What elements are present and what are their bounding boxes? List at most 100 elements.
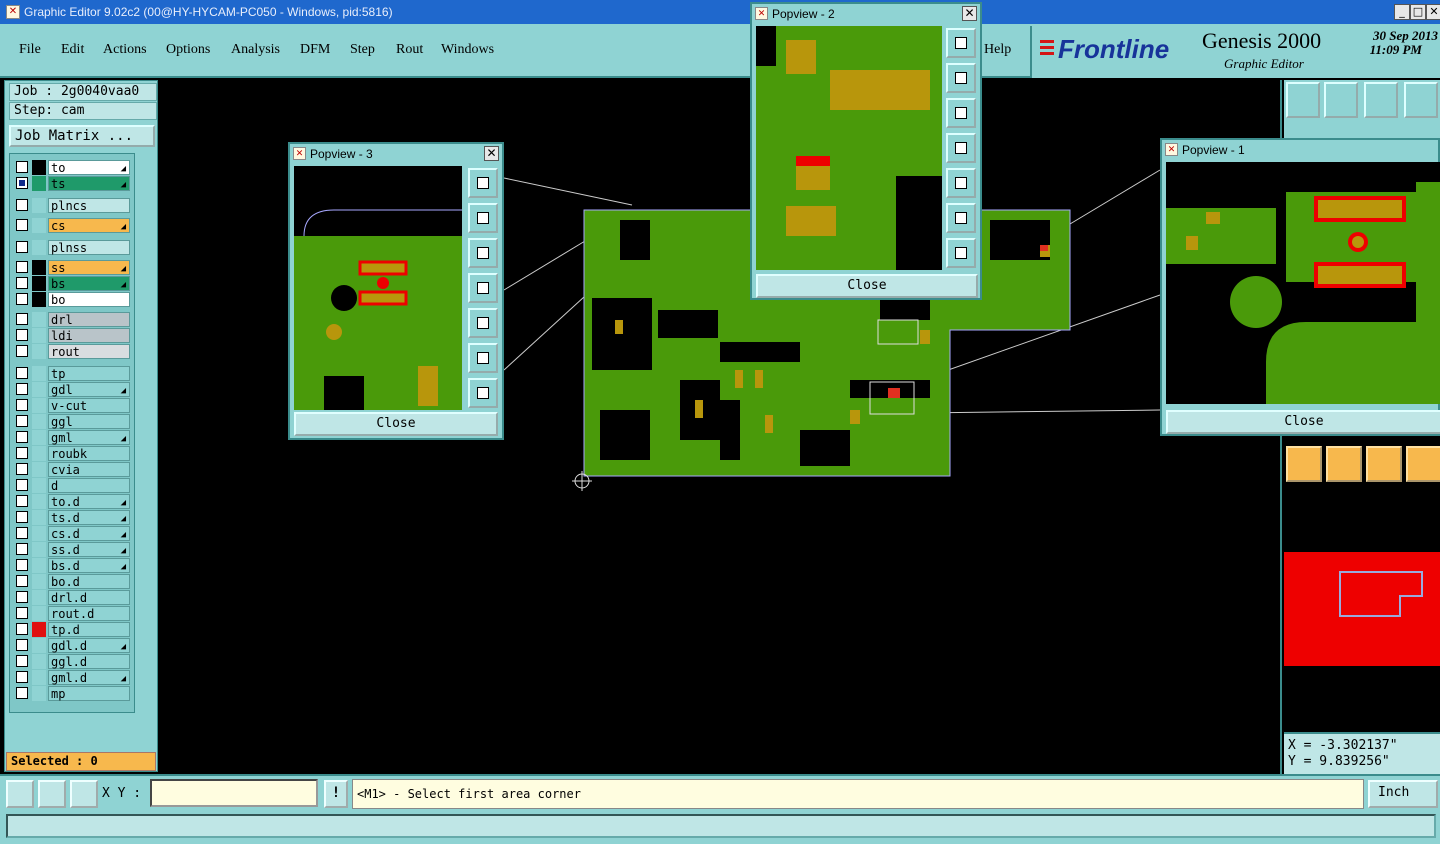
layer-row[interactable]: cs ◢: [14, 218, 132, 233]
layer-checkbox[interactable]: [16, 313, 28, 325]
layer-row[interactable]: ggl: [14, 414, 132, 429]
layer-row[interactable]: rout.d: [14, 606, 132, 621]
pan-up-button[interactable]: [946, 63, 976, 93]
layer-color-swatch[interactable]: [32, 462, 46, 477]
layer-checkbox[interactable]: [16, 241, 28, 253]
layer-name[interactable]: drl: [48, 312, 130, 327]
layer-name[interactable]: v-cut: [48, 398, 130, 413]
layer-color-swatch[interactable]: [32, 198, 46, 213]
layer-row[interactable]: gdl.d ◢: [14, 638, 132, 653]
layer-checkbox[interactable]: [16, 261, 28, 273]
layer-row[interactable]: mp: [14, 686, 132, 701]
layer-name[interactable]: plncs: [48, 198, 130, 213]
layer-row[interactable]: roubk: [14, 446, 132, 461]
menu-dfm[interactable]: DFM: [300, 42, 330, 58]
minimize-button[interactable]: _: [1394, 4, 1410, 20]
layer-name[interactable]: ggl: [48, 414, 130, 429]
layer-color-swatch[interactable]: [32, 494, 46, 509]
layer-row[interactable]: cs.d ◢: [14, 526, 132, 541]
layer-name[interactable]: bo: [48, 292, 130, 307]
popview-2-close-button[interactable]: Close: [756, 274, 978, 298]
layer-name[interactable]: d: [48, 478, 130, 493]
layer-row[interactable]: to.d ◢: [14, 494, 132, 509]
menu-file[interactable]: File: [19, 42, 41, 58]
select-route-button[interactable]: [1406, 446, 1440, 482]
layer-color-swatch[interactable]: [32, 606, 46, 621]
layer-name[interactable]: cvia: [48, 462, 130, 477]
popview-2-close-icon[interactable]: ✕: [962, 6, 977, 21]
layer-row[interactable]: bs.d ◢: [14, 558, 132, 573]
pan-right-button[interactable]: [468, 308, 498, 338]
layer-color-swatch[interactable]: [32, 542, 46, 557]
layer-name[interactable]: rout.d: [48, 606, 130, 621]
layer-name[interactable]: bs.d ◢: [48, 558, 130, 573]
popview-3-close-icon[interactable]: ✕: [484, 146, 499, 161]
popview-2-view[interactable]: [756, 26, 942, 270]
layer-color-swatch[interactable]: [32, 638, 46, 653]
layer-checkbox[interactable]: [16, 671, 28, 683]
popview-3-header[interactable]: ✕ Popview - 3 ✕: [290, 144, 502, 164]
tool-button[interactable]: [1324, 82, 1358, 118]
layer-color-swatch[interactable]: [32, 414, 46, 429]
layer-name[interactable]: drl.d: [48, 590, 130, 605]
menu-actions[interactable]: Actions: [103, 42, 147, 58]
layer-row[interactable]: ss ◢: [14, 260, 132, 275]
popview-1[interactable]: ✕ Popview - 1 Close: [1160, 138, 1440, 436]
layer-name[interactable]: cs ◢: [48, 218, 130, 233]
layer-name[interactable]: gml ◢: [48, 430, 130, 445]
select-poly-button[interactable]: [1366, 446, 1402, 482]
zoom-home-button[interactable]: [946, 28, 976, 58]
pan-down-button[interactable]: [946, 98, 976, 128]
layer-checkbox[interactable]: [16, 367, 28, 379]
layer-color-swatch[interactable]: [32, 430, 46, 445]
layer-checkbox[interactable]: [16, 199, 28, 211]
tool-button[interactable]: [1364, 82, 1398, 118]
menu-options[interactable]: Options: [166, 42, 210, 58]
layer-checkbox[interactable]: [16, 591, 28, 603]
job-matrix-button[interactable]: Job Matrix ...: [9, 125, 155, 147]
layer-name[interactable]: plnss: [48, 240, 130, 255]
layer-row[interactable]: plncs: [14, 198, 132, 213]
pan-left-button[interactable]: [946, 133, 976, 163]
layer-checkbox[interactable]: [16, 511, 28, 523]
pan-right-button[interactable]: [946, 168, 976, 198]
layer-color-swatch[interactable]: [32, 398, 46, 413]
maximize-button[interactable]: □: [1410, 4, 1426, 20]
menu-rout[interactable]: Rout: [396, 42, 423, 58]
layer-checkbox[interactable]: [16, 415, 28, 427]
menu-edit[interactable]: Edit: [61, 42, 84, 58]
layer-checkbox[interactable]: [16, 543, 28, 555]
layer-name[interactable]: tp: [48, 366, 130, 381]
tool-button[interactable]: [1286, 82, 1320, 118]
layer-row[interactable]: bs ◢: [14, 276, 132, 291]
layer-row[interactable]: gml.d ◢: [14, 670, 132, 685]
pan-down-button[interactable]: [468, 238, 498, 268]
layer-checkbox[interactable]: [16, 607, 28, 619]
layer-color-swatch[interactable]: [32, 328, 46, 343]
execute-button[interactable]: !: [324, 780, 348, 808]
zoom-out-button[interactable]: [468, 378, 498, 408]
menu-analysis[interactable]: Analysis: [231, 42, 280, 58]
zoom-home-button[interactable]: [468, 168, 498, 198]
layer-color-swatch[interactable]: [32, 382, 46, 397]
layer-checkbox[interactable]: [16, 559, 28, 571]
layer-checkbox[interactable]: [16, 329, 28, 341]
layer-color-swatch[interactable]: [32, 526, 46, 541]
layer-color-swatch[interactable]: [32, 670, 46, 685]
layer-name[interactable]: cs.d ◢: [48, 526, 130, 541]
layer-color-swatch[interactable]: [32, 590, 46, 605]
layer-color-swatch[interactable]: [32, 510, 46, 525]
layer-checkbox[interactable]: [16, 431, 28, 443]
layer-checkbox[interactable]: [16, 623, 28, 635]
zoom-in-button[interactable]: [468, 343, 498, 373]
layer-checkbox[interactable]: [16, 655, 28, 667]
popview-3[interactable]: ✕ Popview - 3 ✕ Close: [288, 142, 504, 440]
pan-up-button[interactable]: [468, 203, 498, 233]
grid-button[interactable]: [70, 780, 98, 808]
layer-name[interactable]: bs ◢: [48, 276, 130, 291]
layer-checkbox[interactable]: [16, 479, 28, 491]
layer-name[interactable]: gml.d ◢: [48, 670, 130, 685]
layer-row[interactable]: bo: [14, 292, 132, 307]
layer-checkbox[interactable]: [16, 687, 28, 699]
layer-row[interactable]: ldi: [14, 328, 132, 343]
